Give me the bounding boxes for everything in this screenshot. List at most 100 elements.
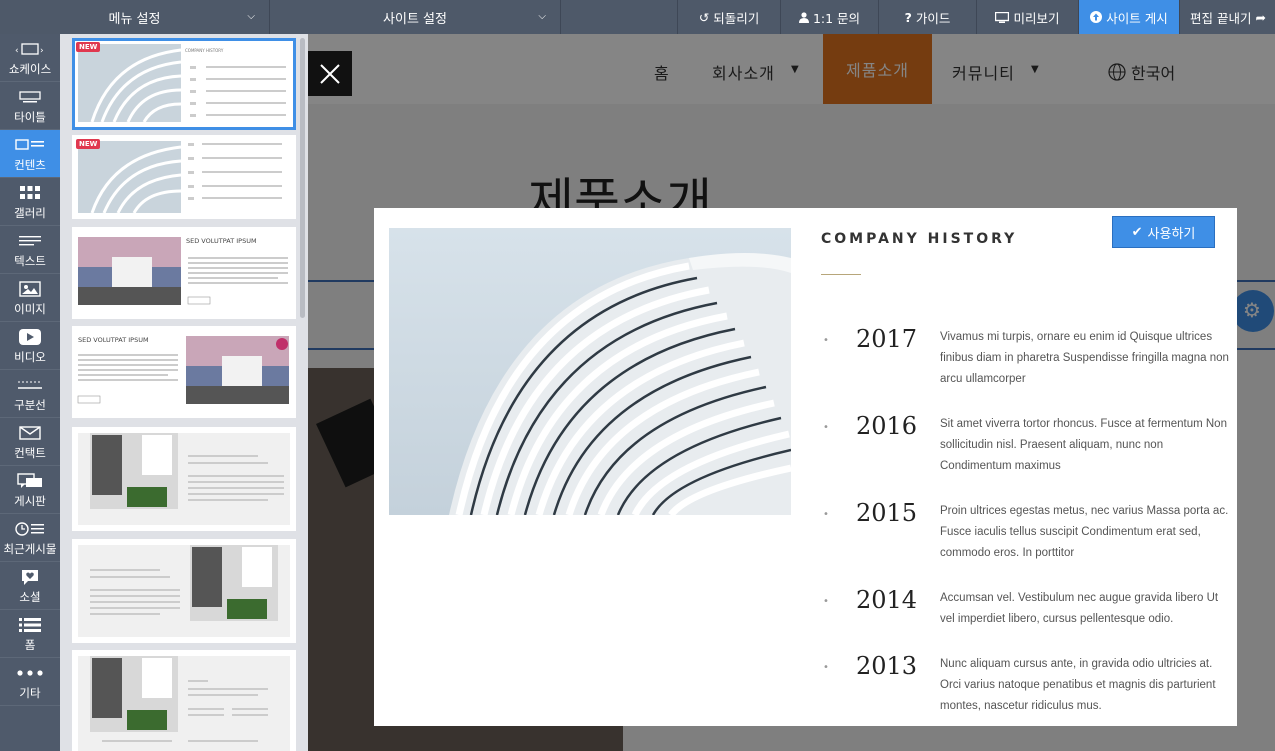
sidebar-item-label: 타이틀 [14, 109, 46, 124]
share-arrow-icon: ➦ [1255, 9, 1266, 25]
history-text: Nunc aliquam cursus ante, in gravida odi… [940, 658, 1216, 712]
bullet-dot: • [823, 422, 829, 433]
close-button[interactable] [308, 51, 352, 96]
undo-label: 되돌리기 [713, 10, 760, 26]
history-year: 2017 [856, 325, 918, 353]
history-text: Proin ultrices egestas metus, nec varius… [940, 505, 1229, 559]
template-card[interactable] [72, 650, 296, 751]
preview-button[interactable]: 미리보기 [976, 0, 1078, 34]
text-icon [19, 231, 41, 251]
menu-settings-dropdown[interactable]: 메뉴 설정 ⌵ [0, 0, 270, 34]
sidebar-item-social[interactable]: 소셜 [0, 562, 60, 610]
guide-button[interactable]: ? 가이드 [878, 0, 976, 34]
finish-edit-label: 편집 끝내기 [1190, 10, 1252, 26]
building-thumbnail [78, 141, 282, 214]
panel-scrollbar[interactable] [300, 38, 305, 318]
inquiry-button[interactable]: 1:1 문의 [780, 0, 878, 34]
template-card[interactable] [72, 539, 296, 643]
sidebar-item-label: 텍스트 [14, 253, 46, 268]
use-template-button[interactable]: ✔ 사용하기 [1112, 216, 1215, 248]
recent-posts-icon [15, 519, 45, 539]
sidebar-item-video[interactable]: 비디오 [0, 322, 60, 370]
sidebar-item-label: 폼 [24, 637, 36, 652]
site-settings-label: 사이트 설정 [383, 11, 447, 27]
sidebar-item-label: 소셜 [19, 589, 41, 604]
board-icon [17, 471, 43, 491]
history-year: 2013 [856, 652, 918, 680]
sidebar-item-label: 비디오 [14, 349, 46, 364]
site-settings-dropdown[interactable]: 사이트 설정 ⌵ [270, 0, 561, 34]
interior-thumbnail [78, 656, 290, 751]
gallery-icon [20, 183, 40, 203]
top-toolbar: 메뉴 설정 ⌵ 사이트 설정 ⌵ ↺ 되돌리기 1:1 문의 ? 가이드 미리보… [0, 0, 1275, 34]
seaside-thumbnail [78, 237, 288, 305]
new-badge: NEW [76, 42, 101, 52]
template-card[interactable]: SED VOLUTPAT IPSUM [72, 326, 296, 418]
bullet-dot: • [823, 596, 829, 607]
sidebar-item-label: 컨택트 [14, 445, 46, 460]
showcase-icon: ‹ › [15, 39, 45, 59]
undo-icon: ↺ [698, 9, 710, 25]
publish-label: 사이트 게시 [1106, 10, 1168, 26]
image-icon [19, 279, 41, 299]
history-text: Vivamus mi turpis, ornare eu enim id Qui… [940, 331, 1229, 385]
bullet-dot: • [823, 509, 829, 520]
sidebar-item-label: 구분선 [14, 397, 46, 412]
menu-settings-label: 메뉴 설정 [108, 11, 161, 27]
svg-text:‹: ‹ [15, 46, 19, 56]
finish-edit-button[interactable]: 편집 끝내기 ➦ [1179, 0, 1275, 34]
heart-bubble-icon [20, 567, 40, 587]
template-panel: COMPANY HISTORY NEW NEW SED VOLUTPAT IPS… [60, 34, 308, 751]
bullet-dot: • [823, 662, 829, 673]
sidebar-item-contents[interactable]: 컨텐츠 [0, 130, 60, 178]
preview-label: 미리보기 [1013, 10, 1060, 26]
new-badge: NEW [76, 139, 101, 149]
inquiry-label: 1:1 문의 [812, 10, 861, 26]
template-card[interactable]: COMPANY HISTORY NEW [72, 38, 296, 130]
sidebar-item-label: 이미지 [14, 301, 46, 316]
title-underline [821, 274, 861, 275]
sidebar-item-label: 컨텐츠 [14, 157, 46, 172]
history-title: COMPANY HISTORY [821, 231, 1018, 247]
sidebar-item-more[interactable]: 기타 [0, 658, 60, 706]
template-card[interactable] [72, 427, 296, 531]
undo-button[interactable]: ↺ 되돌리기 [677, 0, 780, 34]
sidebar-item-text[interactable]: 텍스트 [0, 226, 60, 274]
sidebar-item-showcase[interactable]: ‹ › 쇼케이스 [0, 34, 60, 82]
more-icon [17, 663, 43, 683]
template-card[interactable]: NEW [72, 135, 296, 219]
template-title: SED VOLUTPAT IPSUM [78, 336, 149, 344]
divider-icon [18, 375, 42, 395]
title-icon [19, 87, 41, 107]
bullet-dot: • [823, 335, 829, 346]
sidebar-item-board[interactable]: 게시판 [0, 466, 60, 514]
template-card[interactable]: SED VOLUTPAT IPSUM [72, 227, 296, 319]
history-text: Accumsan vel. Vestibulum nec augue gravi… [940, 592, 1219, 625]
interior-thumbnail [78, 433, 290, 525]
sidebar-item-title[interactable]: 타이틀 [0, 82, 60, 130]
sidebar-item-recent-posts[interactable]: 최근게시물 [0, 514, 60, 562]
sidebar-item-image[interactable]: 이미지 [0, 274, 60, 322]
building-thumbnail: COMPANY HISTORY [78, 44, 286, 123]
video-icon [19, 327, 41, 347]
sidebar-item-label: 갤러리 [14, 205, 46, 220]
contents-icon [15, 135, 45, 155]
upload-circle-icon [1090, 11, 1103, 23]
building-photo [389, 228, 791, 515]
template-title: SED VOLUTPAT IPSUM [186, 237, 257, 245]
publish-button[interactable]: 사이트 게시 [1078, 0, 1179, 34]
sidebar-item-contact[interactable]: 컨택트 [0, 418, 60, 466]
question-icon: ? [904, 9, 912, 25]
guide-label: 가이드 [915, 10, 951, 26]
svg-text:COMPANY HISTORY: COMPANY HISTORY [185, 48, 224, 53]
mail-icon [19, 423, 41, 443]
template-preview-modal: ✔ 사용하기 COMPANY HISTORY • 2017 Vivamus mi… [374, 208, 1237, 726]
sidebar-item-gallery[interactable]: 갤러리 [0, 178, 60, 226]
history-year: 2016 [856, 412, 918, 440]
history-text: Sit amet viverra tortor rhoncus. Fusce a… [940, 418, 1227, 472]
sidebar-item-form[interactable]: 폼 [0, 610, 60, 658]
check-icon: ✔ [1131, 224, 1143, 240]
element-category-sidebar: ‹ › 쇼케이스 타이틀 컨텐츠 갤러리 텍스트 이미지 비디오 구분선 컨택트 … [0, 34, 60, 751]
sidebar-item-divider[interactable]: 구분선 [0, 370, 60, 418]
